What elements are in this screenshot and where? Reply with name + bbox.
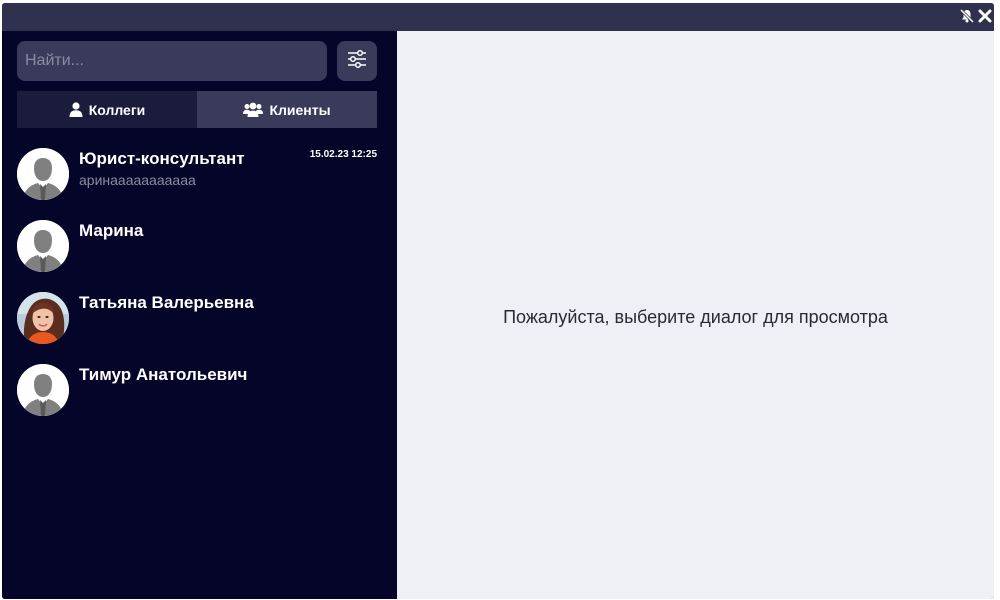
contact-last-message: аринааааааааааа — [79, 172, 196, 188]
contact-name: Тимур Анатольевич — [79, 365, 248, 384]
user-icon — [69, 102, 83, 117]
dialog-panel: Пожалуйста, выберите диалог для просмотр… — [397, 31, 994, 599]
contact-item[interactable]: Тимур Анатольевич — [2, 357, 397, 429]
contact-timestamp: 15.02.23 12:25 — [309, 149, 377, 160]
default-avatar-icon — [17, 364, 69, 416]
tab-clients-label: Клиенты — [269, 101, 331, 118]
default-avatar-icon — [17, 220, 69, 272]
contact-name: Юрист-консультант — [79, 149, 245, 168]
close-icon[interactable] — [977, 8, 993, 24]
filter-button[interactable] — [337, 41, 377, 81]
sidebar: Коллеги Клиенты — [2, 31, 397, 599]
photo-avatar — [17, 292, 69, 344]
bell-off-icon[interactable] — [959, 8, 975, 24]
contact-item[interactable]: Татьяна Валерьевна — [2, 285, 397, 357]
tab-colleagues[interactable]: Коллеги — [17, 91, 197, 128]
contact-list: Юрист-консультант аринааааааааааа 15.02.… — [2, 141, 397, 429]
default-avatar-icon — [17, 148, 69, 200]
tab-clients[interactable]: Клиенты — [197, 91, 377, 128]
chat-window: Коллеги Клиенты — [2, 3, 994, 599]
contact-item[interactable]: Юрист-консультант аринааааааааааа 15.02.… — [2, 141, 397, 213]
title-bar — [2, 3, 994, 31]
sliders-icon — [346, 48, 368, 75]
contact-item[interactable]: Марина — [2, 213, 397, 285]
contact-name: Татьяна Валерьевна — [79, 293, 254, 312]
users-icon — [243, 102, 264, 117]
contact-name: Марина — [79, 221, 144, 240]
tab-colleagues-label: Коллеги — [88, 101, 146, 118]
contact-tabs: Коллеги Клиенты — [17, 91, 377, 128]
search-input[interactable] — [17, 41, 327, 81]
empty-dialog-message: Пожалуйста, выберите диалог для просмотр… — [503, 307, 888, 327]
